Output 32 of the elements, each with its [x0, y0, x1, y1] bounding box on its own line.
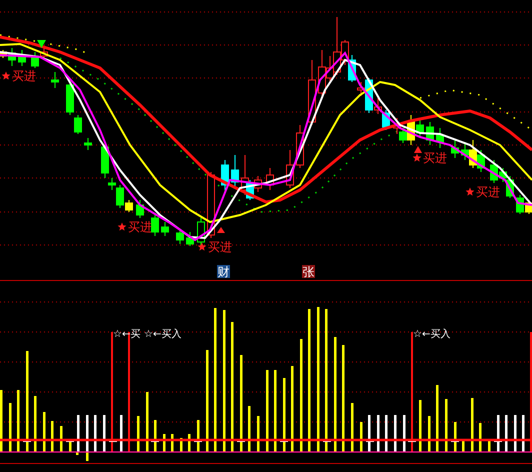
candlestick [231, 154, 239, 188]
tag-badge: 财 [217, 265, 230, 279]
star-icon [466, 188, 474, 196]
candlestick [266, 168, 274, 190]
candlestick [161, 222, 169, 236]
candlestick [176, 230, 184, 244]
triangle-up-icon [217, 227, 225, 233]
buy-signal-label: 买进 [476, 185, 500, 199]
star-icon [198, 242, 206, 251]
candlestick [221, 160, 229, 190]
candlestick [84, 138, 92, 150]
buy-signal-label: 买进 [208, 240, 232, 254]
star-icon [412, 154, 422, 162]
candlestick [136, 200, 144, 218]
candlestick [186, 232, 194, 246]
tag-badge: 张 [302, 265, 315, 279]
candlestick [18, 50, 26, 66]
star-icon [118, 222, 126, 231]
buy-signal-label: 买进 [12, 69, 36, 83]
candlestick [151, 214, 159, 236]
candlestick [286, 150, 294, 188]
buy-signal-label: ☆←买入 [413, 329, 450, 340]
triangle-down-icon [37, 40, 46, 48]
star-icon [2, 72, 10, 80]
buy-signal-label: 买进 [423, 151, 447, 165]
triangle-up-icon [414, 146, 422, 153]
candlestick [51, 72, 59, 88]
candlestick [308, 60, 316, 126]
buy-signal-label: ☆←买入 [144, 329, 182, 340]
candlestick [426, 122, 434, 146]
candlestick [436, 128, 444, 148]
candlestick [451, 140, 459, 158]
